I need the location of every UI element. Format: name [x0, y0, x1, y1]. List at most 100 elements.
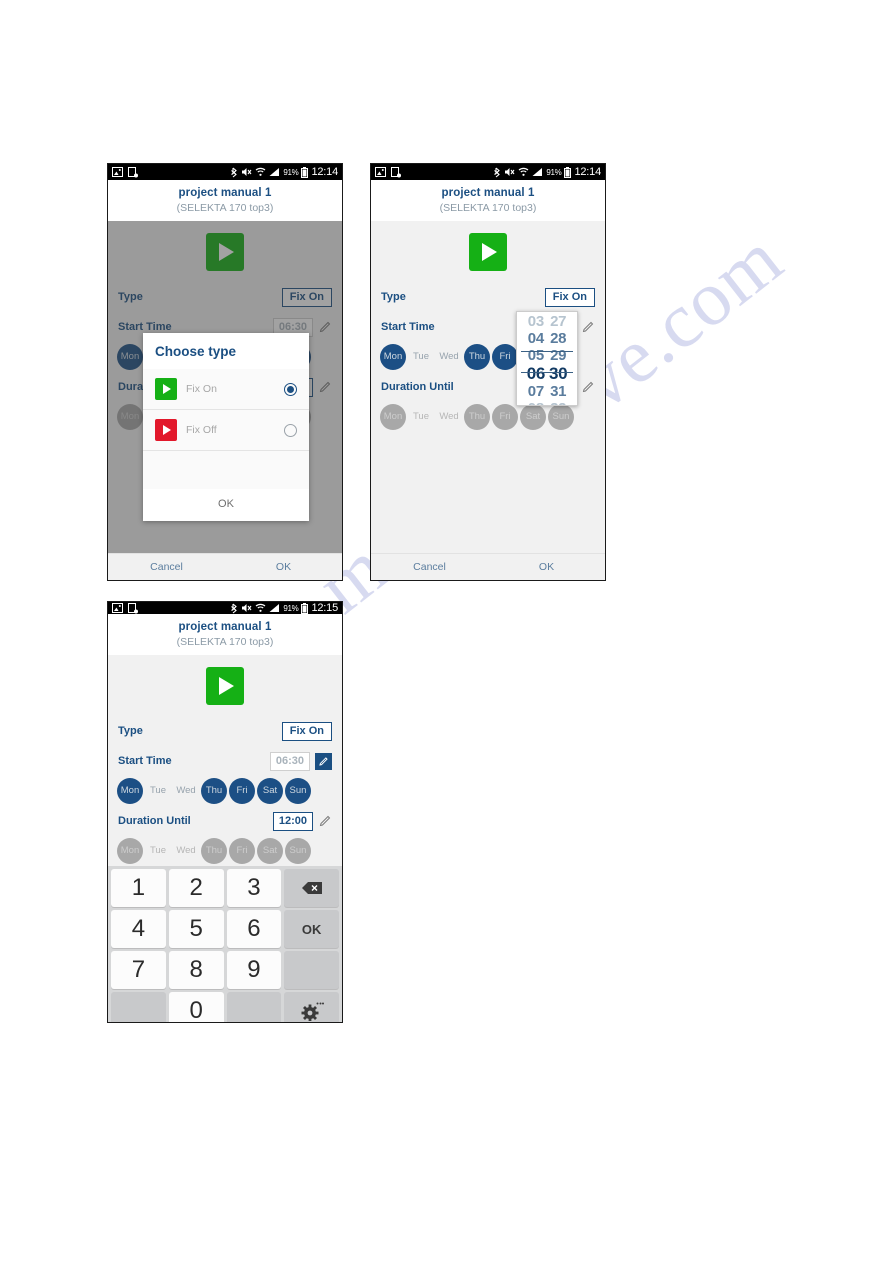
duration-row: Duration Until 12:00	[108, 806, 342, 836]
play-button-wrap	[108, 655, 342, 716]
key-3[interactable]: 3	[226, 869, 282, 907]
minute-option[interactable]: 28	[550, 330, 566, 347]
hour-option[interactable]: 04	[528, 330, 544, 347]
day-sat[interactable]: Sat	[257, 778, 283, 804]
minute-option[interactable]: 29	[550, 347, 566, 364]
radio-fix-off[interactable]	[284, 423, 297, 437]
minute-option[interactable]: 31	[550, 383, 566, 400]
key-0[interactable]: 0	[168, 992, 224, 1022]
type-label: Type	[118, 725, 143, 737]
day-mon[interactable]: Mon	[380, 344, 406, 370]
radio-fix-on[interactable]	[284, 382, 297, 396]
day-thu[interactable]: Thu	[201, 778, 227, 804]
day-tue[interactable]: Tue	[408, 344, 434, 370]
duration-value-wrap: 12:00	[272, 811, 332, 831]
dialog-option-label: Fix On	[186, 383, 217, 395]
day-fri[interactable]: Fri	[229, 778, 255, 804]
day-mon[interactable]: Mon	[117, 778, 143, 804]
key-4[interactable]: 4	[111, 910, 166, 948]
key-2[interactable]: 2	[168, 869, 224, 907]
hour-option[interactable]: 05	[528, 347, 544, 364]
ok-button[interactable]: OK	[225, 554, 342, 580]
status-left-icons	[112, 166, 138, 178]
dialog-ok-button[interactable]: OK	[143, 489, 309, 521]
type-value-wrap: Fix On	[544, 287, 595, 307]
day-fri[interactable]: Fri	[492, 344, 518, 370]
day-thu[interactable]: Thu	[464, 344, 490, 370]
dialog-option-fix-on[interactable]: Fix On	[143, 369, 309, 410]
status-right-icons: 91% 12:14	[494, 166, 601, 178]
wifi-icon	[518, 167, 529, 176]
status-bar: 91% 12:14	[371, 164, 605, 180]
key-7[interactable]: 7	[111, 951, 166, 989]
hour-option-selected[interactable]: 06	[527, 364, 546, 383]
cancel-button[interactable]: Cancel	[108, 554, 225, 580]
battery-percent: 91%	[283, 167, 299, 177]
pencil-icon[interactable]	[581, 380, 595, 394]
day-tue[interactable]: Tue	[145, 778, 171, 804]
key-8[interactable]: 8	[168, 951, 224, 989]
dialog-spacer	[143, 451, 309, 489]
type-label: Type	[381, 291, 406, 303]
minute-option[interactable]: 32	[550, 400, 566, 405]
play-icon[interactable]	[206, 667, 244, 705]
play-green-icon	[155, 378, 177, 400]
bottom-bar: Cancel OK	[108, 553, 342, 580]
key-6[interactable]: 6	[226, 910, 282, 948]
minute-column[interactable]: 27 28 29 30 31 32 33	[549, 313, 568, 405]
dialog-option-fix-off[interactable]: Fix Off	[143, 410, 309, 451]
screenshot-icon	[391, 166, 401, 177]
day-wed[interactable]: Wed	[436, 344, 462, 370]
document-page: manualshive.com 91% 12:14 project manual…	[0, 0, 893, 1263]
picture-icon	[112, 603, 123, 613]
type-value[interactable]: Fix On	[281, 721, 332, 741]
wifi-icon	[255, 167, 266, 176]
backspace-icon[interactable]	[284, 869, 339, 907]
screenshot-icon	[128, 166, 138, 177]
mute-icon	[242, 604, 252, 612]
page-subtitle: (SELEKTA 170 top3)	[439, 202, 537, 214]
hour-option[interactable]: 03	[528, 313, 544, 330]
hour-option[interactable]: 08	[528, 400, 544, 405]
cancel-button[interactable]: Cancel	[371, 554, 488, 580]
pencil-icon[interactable]	[318, 814, 332, 828]
duration-day-wed: Wed	[439, 411, 459, 423]
app-header: project manual 1 (SELEKTA 170 top3)	[108, 180, 342, 221]
key-5[interactable]: 5	[168, 910, 224, 948]
status-clock: 12:15	[311, 602, 338, 614]
pencil-icon[interactable]	[315, 752, 332, 770]
duration-day-fri: Fri	[229, 838, 255, 864]
dialog-option-label: Fix Off	[186, 424, 217, 436]
battery-icon	[564, 166, 572, 178]
time-picker-divider-bottom	[521, 372, 573, 373]
time-picker-popup[interactable]: 03 04 05 06 07 08 09 27 28 29 30 31	[516, 311, 578, 406]
hour-column[interactable]: 03 04 05 06 07 08 09	[527, 313, 546, 405]
hour-option[interactable]: 07	[528, 383, 544, 400]
key-9[interactable]: 9	[226, 951, 282, 989]
signal-icon	[269, 604, 280, 612]
start-time-value-wrap: 06:30	[269, 751, 332, 771]
keypad-ok-button[interactable]: OK	[284, 910, 339, 948]
day-sun[interactable]: Sun	[285, 778, 311, 804]
type-value[interactable]: Fix On	[544, 287, 595, 307]
form-content: Type Fix On Start Time 06:30 Mon Tue Wed	[108, 655, 342, 866]
type-row: Type Fix On	[108, 716, 342, 746]
gear-icon[interactable]	[284, 992, 339, 1022]
signal-icon	[269, 168, 280, 176]
duration-day-mon: Mon	[380, 404, 406, 430]
screenshot-time-picker: 91% 12:14 project manual 1 (SELEKTA 170 …	[370, 163, 606, 581]
key-1[interactable]: 1	[111, 869, 166, 907]
ok-button[interactable]: OK	[488, 554, 605, 580]
bottom-bar: Cancel OK	[371, 553, 605, 580]
pencil-icon[interactable]	[581, 320, 595, 334]
minute-option[interactable]: 27	[550, 313, 566, 330]
numeric-keypad: 1 2 3 4 5 6 OK 7 8 9 0	[108, 866, 342, 1022]
start-time-value[interactable]: 06:30	[269, 751, 310, 771]
dialog-title: Choose type	[143, 333, 309, 369]
minute-option-selected[interactable]: 30	[549, 364, 568, 383]
key-blank	[284, 951, 339, 989]
day-wed[interactable]: Wed	[173, 778, 199, 804]
duration-days-row: Mon Tue Wed Thu Fri Sat Sun	[108, 836, 342, 866]
play-icon[interactable]	[469, 233, 507, 271]
duration-value[interactable]: 12:00	[272, 811, 313, 831]
